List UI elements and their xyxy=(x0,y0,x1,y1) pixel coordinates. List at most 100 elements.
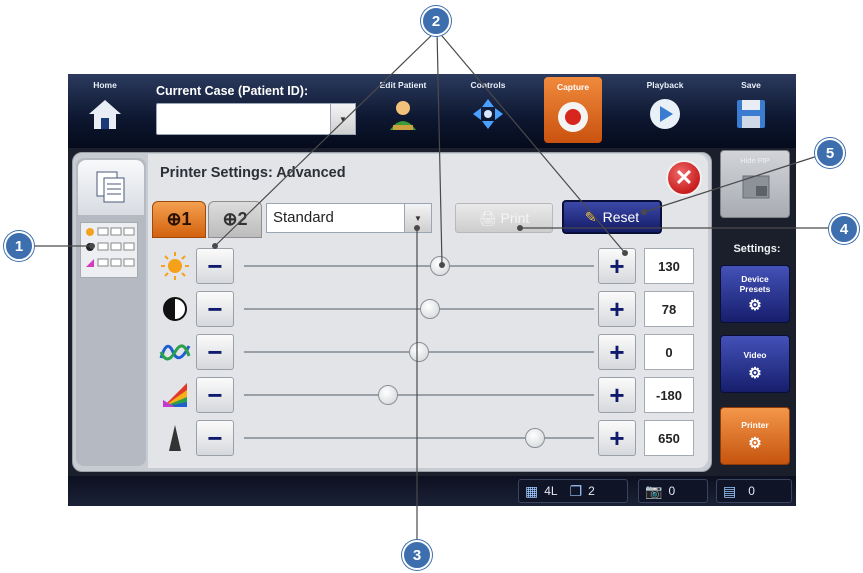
capture-label: Capture xyxy=(556,82,590,92)
photo-count: 0 xyxy=(668,484,676,498)
slider-thumb[interactable] xyxy=(430,256,450,276)
sharpness-icon xyxy=(158,422,192,454)
device-presets-label-2: Presets xyxy=(739,284,771,294)
play-icon[interactable] xyxy=(645,96,685,132)
broom-icon: ✎ xyxy=(584,208,597,225)
video-button[interactable]: Video ⚙ xyxy=(720,335,790,393)
copies-value: 2 xyxy=(588,484,595,498)
case-label: Current Case (Patient ID): xyxy=(156,84,309,98)
print-button[interactable]: 🖨 Print xyxy=(455,203,553,233)
plus-icon: + xyxy=(609,422,625,453)
case-id-input[interactable] xyxy=(156,103,356,135)
home-icon[interactable] xyxy=(85,96,125,132)
slider-row-color: − + -180 xyxy=(152,375,704,415)
increase-button[interactable]: + xyxy=(598,248,636,284)
slider-row-brightness: − + 130 xyxy=(152,246,704,286)
preset-dropdown-button[interactable]: ▼ xyxy=(404,203,432,233)
floppy-disk-icon[interactable] xyxy=(731,96,771,132)
slider-value: 650 xyxy=(644,420,694,456)
status-bar: ▦ 4L ❐ 2 📷 0 ▤ 0 xyxy=(68,476,796,506)
panel-title: Printer Settings: Advanced xyxy=(160,165,346,181)
hide-pip-label: Hide PIP xyxy=(740,156,770,165)
video-count: 0 xyxy=(748,484,755,498)
tools-icon: ⚙ xyxy=(748,297,762,314)
color-icon xyxy=(158,379,192,411)
slider-value: -180 xyxy=(644,377,694,413)
callout-3: 3 xyxy=(402,540,432,570)
minus-icon: − xyxy=(207,293,223,324)
chevron-down-icon: ▼ xyxy=(339,114,347,124)
callout-5: 5 xyxy=(815,138,845,168)
document-tab[interactable] xyxy=(78,160,144,215)
patient-icon[interactable] xyxy=(383,96,423,132)
tab-capture[interactable]: Capture xyxy=(544,77,602,143)
case-dropdown-button[interactable]: ▼ xyxy=(330,103,356,135)
grid-icon: ▦ xyxy=(525,482,539,499)
reset-button[interactable]: ✎ Reset xyxy=(562,200,662,234)
printer-label: Printer xyxy=(741,420,769,430)
decrease-button[interactable]: − xyxy=(196,291,234,327)
slider-row-hue: − + 0 xyxy=(152,332,704,372)
pip-icon xyxy=(742,175,770,204)
home-label: Home xyxy=(93,80,117,90)
slider-value: 0 xyxy=(644,334,694,370)
contrast-icon xyxy=(158,293,192,325)
printer-button[interactable]: Printer ⚙ xyxy=(720,407,790,465)
camera-icon: 📷 xyxy=(645,482,663,499)
minus-icon: − xyxy=(207,379,223,410)
slider-track[interactable] xyxy=(244,265,594,267)
decrease-button[interactable]: − xyxy=(196,248,234,284)
hide-pip-button[interactable]: Hide PIP xyxy=(720,150,790,218)
decrease-button[interactable]: − xyxy=(196,334,234,370)
top-nav-bar: Home Current Case (Patient ID): ▼ Edit P… xyxy=(68,74,796,148)
slider-thumb[interactable] xyxy=(419,299,440,319)
plus-icon: + xyxy=(609,379,625,410)
print-layout-status: ▦ 4L ❐ 2 xyxy=(518,479,628,503)
mini-sliders-icon xyxy=(86,227,135,267)
slider-thumb[interactable] xyxy=(377,385,398,405)
close-icon: ✕ xyxy=(674,165,694,190)
plus-icon: + xyxy=(609,293,625,324)
slider-row-contrast: − + 78 xyxy=(152,289,704,329)
dpad-icon[interactable] xyxy=(468,96,508,132)
plus-icon: + xyxy=(609,336,625,367)
increase-button[interactable]: + xyxy=(598,291,636,327)
printer-icon: 🖨 xyxy=(478,209,497,226)
video-count-status: ▤ 0 xyxy=(716,479,792,503)
minus-icon: − xyxy=(207,336,223,367)
slider-row-sharpness: − + 650 xyxy=(152,418,704,458)
callout-1: 1 xyxy=(4,231,34,261)
tab-printer-1[interactable]: ⊕ 1 xyxy=(152,201,206,238)
reset-label: Reset xyxy=(602,209,640,225)
slider-track[interactable] xyxy=(244,394,594,396)
tab-printer-2[interactable]: ⊕ 2 xyxy=(208,201,262,238)
printer-port-icon: ⊕ xyxy=(222,209,238,229)
tools-icon: ⚙ xyxy=(748,435,762,452)
slider-value: 130 xyxy=(644,248,694,284)
document-icon xyxy=(95,170,127,209)
minus-icon: − xyxy=(207,422,223,453)
slider-value: 78 xyxy=(644,291,694,327)
close-button[interactable]: ✕ xyxy=(666,160,702,196)
decrease-button[interactable]: − xyxy=(196,377,234,413)
decrease-button[interactable]: − xyxy=(196,420,234,456)
device-presets-button[interactable]: Device Presets ⚙ xyxy=(720,265,790,323)
minus-icon: − xyxy=(207,250,223,281)
increase-button[interactable]: + xyxy=(598,334,636,370)
slider-thumb[interactable] xyxy=(524,428,545,448)
print-label: Print xyxy=(500,210,530,226)
controls-label: Controls xyxy=(470,80,506,90)
edit-patient-label: Edit Patient xyxy=(379,80,427,90)
layout-value: 4L xyxy=(544,484,558,498)
callout-2: 2 xyxy=(421,6,451,36)
copies-icon: ❐ xyxy=(569,482,583,499)
advanced-controls-tab[interactable] xyxy=(80,222,138,278)
increase-button[interactable]: + xyxy=(598,420,636,456)
film-icon: ▤ xyxy=(723,482,737,499)
tab-printer-1-label: 1 xyxy=(181,209,192,229)
brightness-icon xyxy=(158,250,192,282)
slider-thumb[interactable] xyxy=(409,342,429,362)
chevron-down-icon: ▼ xyxy=(414,213,422,223)
increase-button[interactable]: + xyxy=(598,377,636,413)
tab-printer-2-label: 2 xyxy=(237,209,248,229)
